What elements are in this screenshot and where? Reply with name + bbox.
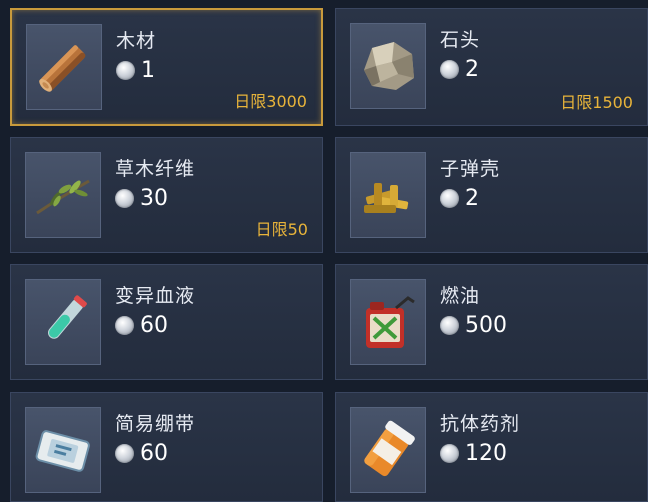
daily-limit: 日限3000 (234, 92, 307, 111)
shop-item-card-mutant-blood[interactable]: 变异血液 60 (10, 264, 323, 380)
silver-coin-icon (115, 316, 134, 335)
shop-item-card-antibody[interactable]: 抗体药剂 120 (335, 392, 648, 502)
shop-item-card-bullet-casing[interactable]: 子弹壳 2 (335, 137, 648, 253)
silver-coin-icon (440, 60, 459, 79)
item-thumbnail (26, 24, 102, 110)
item-name: 变异血液 (115, 285, 196, 307)
item-thumbnail (350, 407, 426, 493)
item-price-value: 500 (465, 313, 507, 338)
item-price-value: 30 (140, 186, 168, 211)
item-price: 30 (115, 186, 168, 211)
item-price: 2 (440, 57, 479, 82)
item-thumbnail (25, 152, 101, 238)
item-name: 石头 (440, 29, 481, 51)
item-name: 子弹壳 (440, 158, 501, 180)
item-price-value: 60 (140, 313, 168, 338)
silver-coin-icon (440, 189, 459, 208)
item-price: 2 (440, 186, 479, 211)
item-name: 草木纤维 (115, 158, 196, 180)
silver-coin-icon (115, 189, 134, 208)
bullet-casing-icon (364, 183, 409, 213)
item-name: 抗体药剂 (440, 413, 521, 435)
item-price: 500 (440, 313, 507, 338)
silver-coin-icon (440, 444, 459, 463)
daily-limit: 日限1500 (560, 93, 633, 112)
bandage-icon (35, 430, 90, 472)
wood-log-icon (39, 45, 86, 92)
stone-icon (364, 42, 414, 90)
item-price-value: 120 (465, 441, 507, 466)
item-name: 简易绷带 (115, 413, 196, 435)
shop-item-card-stone[interactable]: 石头 2 日限1500 (335, 8, 648, 126)
item-thumbnail (25, 279, 101, 365)
silver-coin-icon (116, 61, 135, 80)
item-thumbnail (25, 407, 101, 493)
item-price-value: 60 (140, 441, 168, 466)
daily-limit: 日限50 (255, 220, 308, 239)
item-price-value: 2 (465, 186, 479, 211)
item-price-value: 2 (465, 57, 479, 82)
shop-item-grid: 木材 1 日限3000 石头 2 日限1500 草木纤维 30 日限50 子弹壳… (0, 0, 648, 502)
fuel-can-icon (366, 296, 415, 348)
item-price: 60 (115, 313, 168, 338)
item-price: 1 (116, 58, 155, 83)
syringe-vial-icon (48, 295, 87, 339)
item-price: 120 (440, 441, 507, 466)
item-name: 燃油 (440, 285, 481, 307)
item-thumbnail (350, 152, 426, 238)
shop-item-card-wood[interactable]: 木材 1 日限3000 (10, 8, 323, 126)
item-price-value: 1 (141, 58, 155, 83)
silver-coin-icon (440, 316, 459, 335)
item-thumbnail (350, 23, 426, 109)
shop-item-card-plant-fiber[interactable]: 草木纤维 30 日限50 (10, 137, 323, 253)
item-name: 木材 (116, 30, 157, 52)
plant-fiber-icon (36, 179, 90, 215)
shop-item-card-fuel[interactable]: 燃油 500 (335, 264, 648, 380)
shop-item-card-bandage[interactable]: 简易绷带 60 (10, 392, 323, 502)
pill-bottle-icon (364, 420, 415, 477)
item-thumbnail (350, 279, 426, 365)
silver-coin-icon (115, 444, 134, 463)
item-price: 60 (115, 441, 168, 466)
